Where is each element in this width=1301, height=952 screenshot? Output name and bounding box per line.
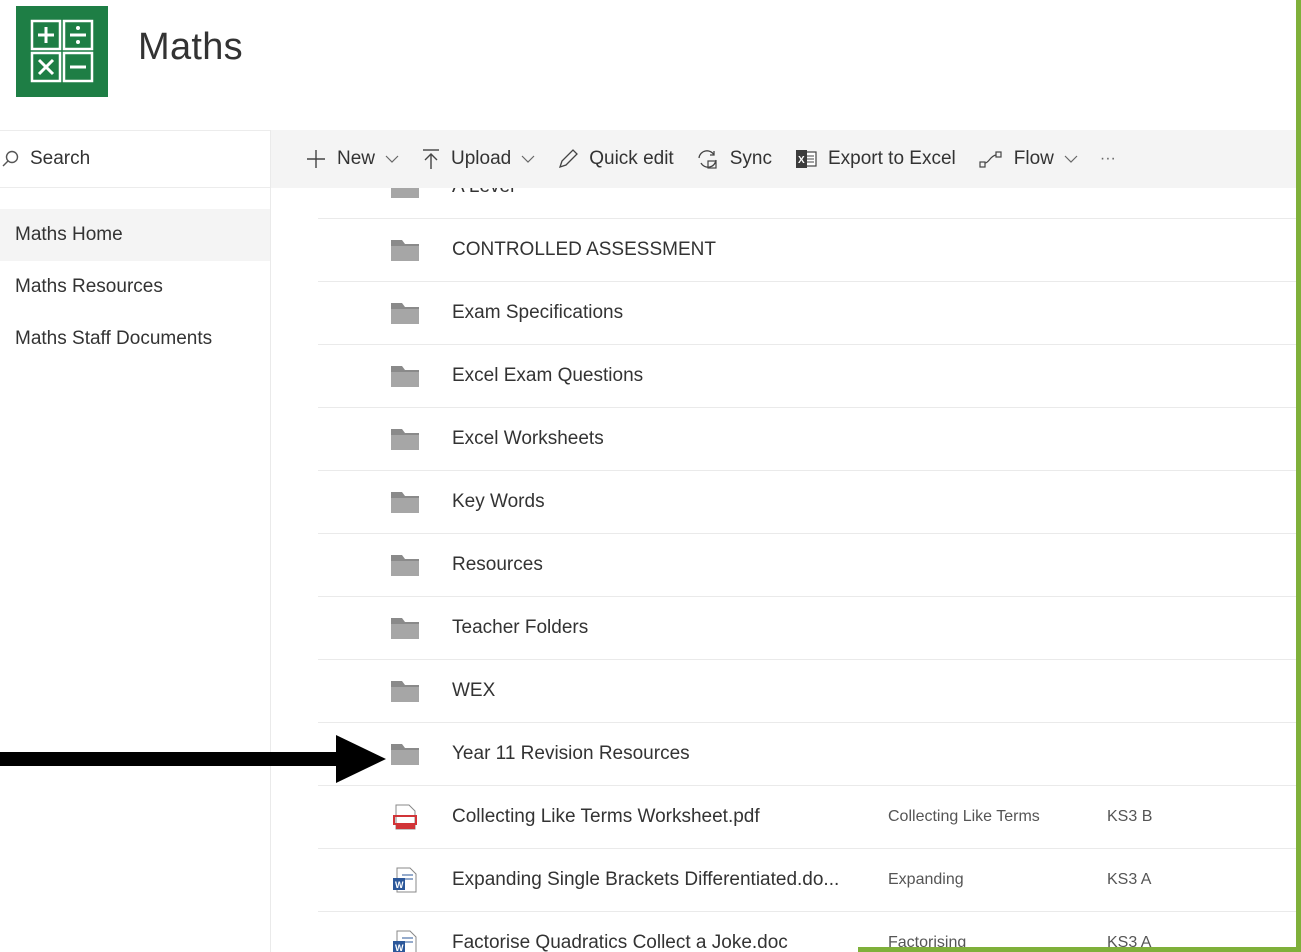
chevron-down-icon xyxy=(385,155,399,163)
sync-button[interactable]: Sync xyxy=(696,130,772,188)
upload-label: Upload xyxy=(451,148,512,169)
sync-icon xyxy=(698,150,717,169)
folder-icon xyxy=(391,492,419,513)
window-border xyxy=(1296,0,1301,952)
word-file-icon: W xyxy=(393,867,417,893)
window-border xyxy=(858,947,1301,952)
topic-cell: Expanding xyxy=(888,871,964,888)
nav-item-maths-home[interactable]: Maths Home xyxy=(0,209,270,261)
list-item-folder[interactable]: Resources xyxy=(318,534,1301,597)
upload-button[interactable]: Upload xyxy=(421,130,535,188)
file-name[interactable]: Exam Specifications xyxy=(452,302,623,324)
level-cell: KS3 B xyxy=(1107,808,1153,825)
file-name[interactable]: CONTROLLED ASSESSMENT xyxy=(452,239,716,261)
ellipsis-icon: ··· xyxy=(1099,150,1116,167)
upload-icon xyxy=(423,149,440,169)
list-item-folder[interactable]: WEX xyxy=(318,660,1301,723)
folder-icon xyxy=(391,429,419,450)
folder-icon xyxy=(391,555,419,576)
sync-label: Sync xyxy=(729,148,772,169)
file-name[interactable]: Collecting Like Terms Worksheet.pdf xyxy=(452,806,760,828)
quick-edit-button[interactable]: Quick edit xyxy=(557,130,674,188)
file-name[interactable]: Excel Worksheets xyxy=(452,428,604,450)
flow-button[interactable]: Flow xyxy=(978,130,1078,188)
list-item-folder[interactable]: A Level xyxy=(318,188,1301,219)
file-name[interactable]: Factorise Quadratics Collect a Joke.doc xyxy=(452,932,788,952)
topic-cell: Collecting Like Terms xyxy=(888,808,1040,825)
nav-item-maths-staff-documents[interactable]: Maths Staff Documents xyxy=(0,313,270,365)
pdf-file-icon xyxy=(393,804,417,830)
excel-icon: X xyxy=(795,150,817,168)
level-cell: KS3 A xyxy=(1107,871,1152,888)
list-item-folder[interactable]: Exam Specifications xyxy=(318,282,1301,345)
document-library-list: A Level CONTROLLED ASSESSMENT Exam Speci… xyxy=(318,188,1301,952)
file-name[interactable]: A Level xyxy=(452,188,514,198)
nav-item-maths-resources[interactable]: Maths Resources xyxy=(0,261,270,313)
folder-icon xyxy=(391,188,419,198)
svg-text:X: X xyxy=(798,155,805,166)
list-item-folder[interactable]: Excel Exam Questions xyxy=(318,345,1301,408)
pointer-arrow-icon xyxy=(0,735,386,783)
search-box[interactable]: Search xyxy=(0,130,270,188)
calculator-icon[interactable] xyxy=(16,6,108,97)
list-item-file[interactable]: W Expanding Single Brackets Differentiat… xyxy=(318,849,1301,912)
list-item-folder[interactable]: CONTROLLED ASSESSMENT xyxy=(318,219,1301,282)
list-item-folder[interactable]: Teacher Folders xyxy=(318,597,1301,660)
list-item-file[interactable]: W Factorise Quadratics Collect a Joke.do… xyxy=(318,912,1301,952)
new-label: New xyxy=(337,148,376,169)
file-name[interactable]: Resources xyxy=(452,554,543,576)
file-name[interactable]: Year 11 Revision Resources xyxy=(452,743,690,765)
folder-icon xyxy=(391,240,419,261)
site-header: Maths xyxy=(0,0,1301,130)
site-title[interactable]: Maths xyxy=(138,26,243,69)
folder-icon xyxy=(391,618,419,639)
file-name[interactable]: Expanding Single Brackets Differentiated… xyxy=(452,869,839,891)
search-label: Search xyxy=(30,148,91,169)
quick-edit-label: Quick edit xyxy=(589,148,674,169)
list-item-file[interactable]: Collecting Like Terms Worksheet.pdf Coll… xyxy=(318,786,1301,849)
folder-icon xyxy=(391,366,419,387)
new-button[interactable]: New xyxy=(305,130,399,188)
file-name[interactable]: WEX xyxy=(452,680,495,702)
list-item-folder[interactable]: Year 11 Revision Resources xyxy=(318,723,1301,786)
folder-icon xyxy=(391,744,419,765)
svg-text:W: W xyxy=(395,880,404,890)
flow-icon xyxy=(979,151,1002,168)
pencil-icon xyxy=(559,149,579,169)
file-name[interactable]: Excel Exam Questions xyxy=(452,365,643,387)
file-name[interactable]: Teacher Folders xyxy=(452,617,588,639)
left-navigation: Search Maths Home Maths Resources Maths … xyxy=(0,130,271,952)
search-icon xyxy=(2,150,19,167)
folder-icon xyxy=(391,681,419,702)
svg-text:W: W xyxy=(395,943,404,952)
list-item-folder[interactable]: Key Words xyxy=(318,471,1301,534)
word-file-icon: W xyxy=(393,930,417,952)
flow-label: Flow xyxy=(1013,148,1054,169)
folder-icon xyxy=(391,303,419,324)
chevron-down-icon xyxy=(521,155,535,163)
more-options-button[interactable]: ··· xyxy=(1100,130,1116,188)
chevron-down-icon xyxy=(1064,155,1078,163)
file-name[interactable]: Key Words xyxy=(452,491,545,513)
export-to-excel-label: Export to Excel xyxy=(827,148,956,169)
export-to-excel-button[interactable]: X Export to Excel xyxy=(794,130,956,188)
list-item-folder[interactable]: Excel Worksheets xyxy=(318,408,1301,471)
command-bar: New Upload Quick edit Sync X Export to E… xyxy=(271,130,1301,188)
plus-icon xyxy=(307,150,325,168)
